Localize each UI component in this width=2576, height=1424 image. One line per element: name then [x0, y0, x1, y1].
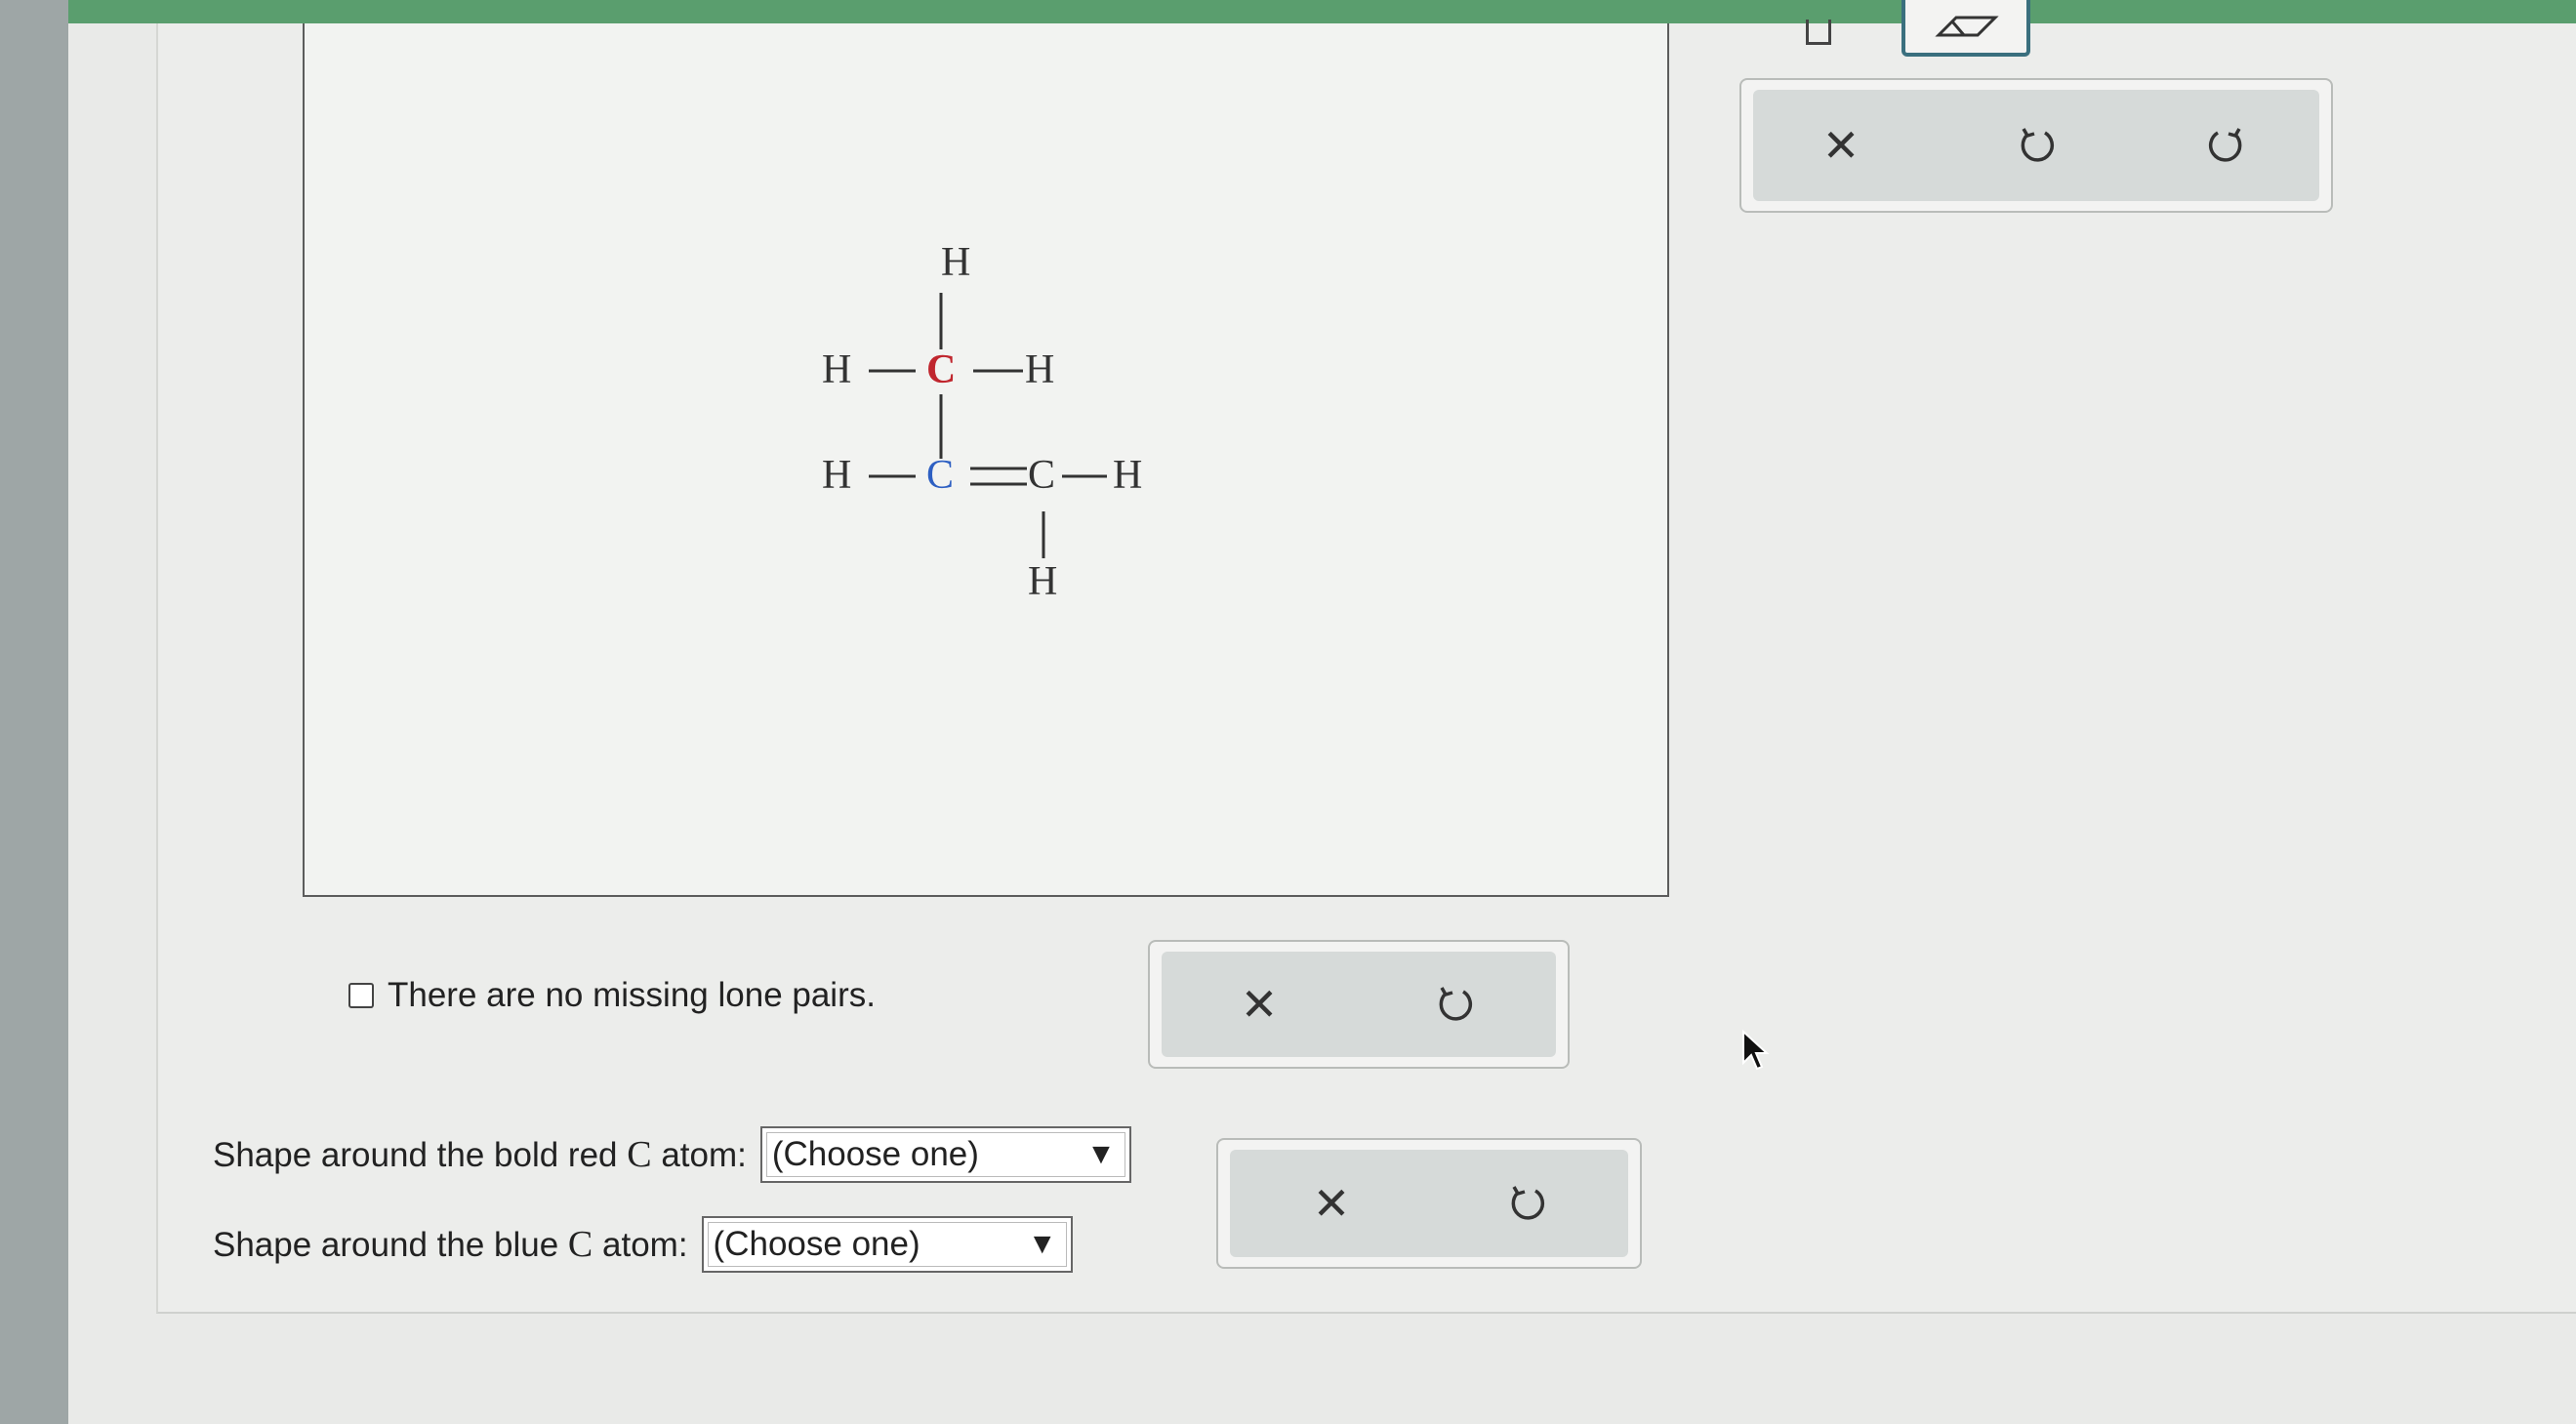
- drawing-canvas[interactable]: H H C H H C C H H: [303, 23, 1669, 897]
- undo-icon[interactable]: [1506, 1183, 1547, 1224]
- lone-pairs-toolbox: ✕: [1148, 940, 1570, 1069]
- atom-c-blue: C: [926, 453, 954, 498]
- undo-icon[interactable]: [2016, 125, 2057, 166]
- eraser-icon: [1935, 16, 1999, 37]
- dropdown-arrow-icon: ▼: [1027, 1228, 1057, 1260]
- lone-pairs-checkbox-row[interactable]: There are no missing lone pairs.: [348, 976, 876, 1015]
- undo-icon[interactable]: [1434, 984, 1475, 1025]
- atom-c-red: C: [926, 347, 956, 392]
- shape-question-blue-label: Shape around the blue C atom:: [213, 1224, 688, 1265]
- canvas-toolbox: ✕: [1739, 0, 2333, 213]
- shape-red-select-value: (Choose one): [771, 1135, 979, 1173]
- atom-h-left-2: H: [822, 453, 851, 498]
- shape-question-blue: Shape around the blue C atom: (Choose on…: [213, 1216, 1073, 1273]
- dropdown-arrow-icon: ▼: [1086, 1138, 1116, 1170]
- lone-pairs-checkbox[interactable]: [348, 983, 374, 1008]
- atom-h-left-1: H: [822, 347, 851, 392]
- lewis-structure: H H C H H C C H H: [822, 240, 1142, 604]
- shape-blue-select[interactable]: (Choose one) ▼: [701, 1216, 1073, 1273]
- shape-red-select[interactable]: (Choose one) ▼: [759, 1126, 1131, 1183]
- atom-h-bottom: H: [1028, 559, 1057, 604]
- left-edge-strip: [0, 0, 68, 1424]
- shape-blue-select-value: (Choose one): [713, 1225, 920, 1263]
- top-action-toolbox: ✕: [1739, 78, 2333, 213]
- close-icon[interactable]: ✕: [1313, 1181, 1351, 1226]
- close-icon[interactable]: ✕: [1241, 982, 1279, 1027]
- mouse-cursor-icon: [1742, 1030, 1770, 1071]
- shape-toolbox: ✕: [1216, 1138, 1642, 1269]
- atom-c-right: C: [1028, 453, 1055, 498]
- shape-question-red-label: Shape around the bold red C atom:: [213, 1134, 747, 1175]
- redo-icon[interactable]: [2206, 125, 2247, 166]
- atom-h-top: H: [941, 240, 970, 285]
- eraser-tool-button[interactable]: [1901, 0, 2030, 57]
- close-icon[interactable]: ✕: [1822, 123, 1860, 168]
- shape-question-red: Shape around the bold red C atom: (Choos…: [213, 1126, 1131, 1183]
- atom-h-right-1: H: [1025, 347, 1054, 392]
- atom-h-right-2: H: [1113, 453, 1142, 498]
- checkbox-small-icon[interactable]: [1806, 20, 1831, 45]
- lone-pairs-label: There are no missing lone pairs.: [388, 976, 876, 1014]
